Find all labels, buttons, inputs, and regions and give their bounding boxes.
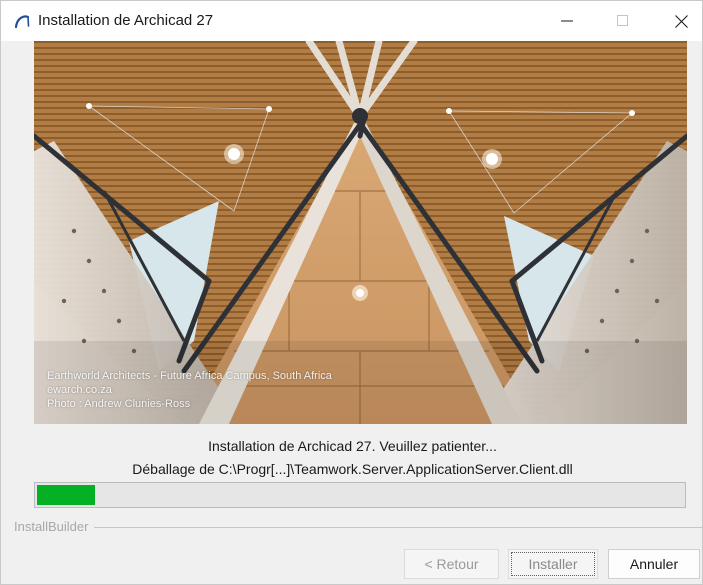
group-divider <box>14 527 702 528</box>
focus-ring <box>511 552 595 576</box>
installer-window: Installation de Archicad 27 Earthworld A… <box>0 0 703 585</box>
maximize-icon <box>600 1 646 41</box>
photo-credits: Earthworld Architects - Future Africa Ca… <box>47 369 332 411</box>
cancel-button[interactable]: Annuler <box>608 549 700 579</box>
window-title: Installation de Archicad 27 <box>38 12 214 29</box>
architecture-photo-illustration <box>34 41 687 424</box>
title-bar[interactable]: Installation de Archicad 27 <box>1 1 702 41</box>
credit-line-photographer: Photo : Andrew Clunies-Ross <box>47 398 191 410</box>
credit-line-project: Earthworld Architects - Future Africa Ca… <box>47 370 332 382</box>
status-detail: Déballage de C:\Progr[...]\Teamwork.Serv… <box>132 461 573 477</box>
progress-bar <box>34 482 686 508</box>
installbuilder-label: InstallBuilder <box>14 519 95 534</box>
banner-photo: Earthworld Architects - Future Africa Ca… <box>34 41 687 424</box>
back-button[interactable]: < Retour <box>404 549 499 579</box>
status-message: Installation de Archicad 27. Veuillez pa… <box>208 438 497 454</box>
install-button[interactable]: Installer <box>508 549 598 579</box>
credit-line-website: ewarch.co.za <box>47 384 112 396</box>
close-icon[interactable] <box>658 1 702 41</box>
minimize-icon[interactable] <box>544 1 590 41</box>
archicad-arc-icon <box>13 12 31 30</box>
progress-bar-fill <box>37 485 95 505</box>
